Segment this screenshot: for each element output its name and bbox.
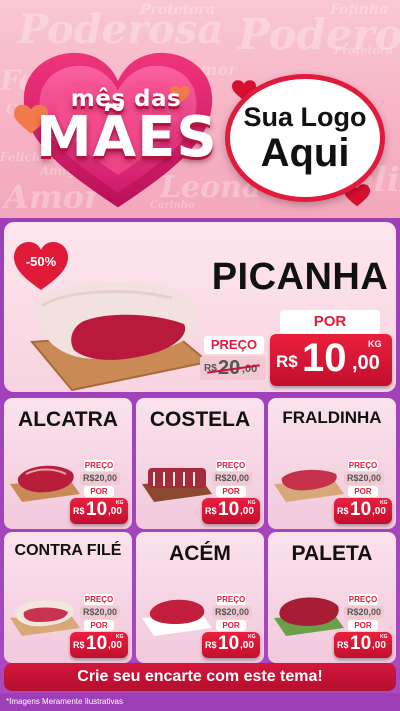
por-label: POR [348,486,378,497]
new-price: R$ 10 ,00 KG [334,632,392,658]
price-alcatra: PREÇO R$20,00 POR R$ 10 ,00 KG [68,460,130,524]
por-label: POR [348,620,378,631]
preco-label: PREÇO [216,594,246,605]
preco-label: PREÇO [348,460,378,471]
old-price: R$20,00 [212,472,252,485]
price-dec: ,00 [108,640,122,651]
product-name: PALETA [291,542,373,565]
background-word: Protetora [334,44,393,57]
por-label: POR [216,486,246,497]
price-int: 10 [350,499,372,520]
price-prefix: R$ [73,506,85,516]
price-dec: ,00 [372,640,386,651]
price-dec: ,00 [372,506,386,517]
new-price: R$ 10 ,00 KG [70,632,128,658]
unit-label: KG [368,339,382,349]
new-price: R$ 10 ,00 KG [70,498,128,524]
maes-title: mês das MÃES [36,86,218,170]
price-int: 10 [86,499,108,520]
old-price: R$20,00 [80,472,120,485]
por-label: POR [84,486,114,497]
unit-label: KG [116,500,124,506]
logo-line-2: Aqui [260,131,350,175]
header-banner: Poderosa Poderosa Protetora Fofinha Feli… [0,0,400,218]
preco-label: PREÇO [84,594,114,605]
preco-label: PREÇO [216,460,246,471]
price-prefix: R$ [73,640,85,650]
logo-line-1: Sua Logo [243,102,367,132]
preco-label: PREÇO [84,460,114,471]
product-name: ALCATRA [18,408,118,431]
price-costela: PREÇO R$20,00 POR R$ 10 ,00 KG [200,460,262,524]
unit-label: KG [380,634,388,640]
unit-label: KG [248,500,256,506]
preco-label: PREÇO [204,336,264,354]
product-name: FRALDINHA [282,408,382,427]
price-int: 10 [350,633,372,654]
old-price: R$20,00 [80,606,120,619]
price-dec: ,00 [108,506,122,517]
new-price: R$ 10 ,00 KG [202,498,260,524]
hero-product-name: PICANHA [211,256,389,298]
unit-label: KG [116,634,124,640]
old-price: R$ 20 ,00 [200,356,266,380]
old-price: R$20,00 [344,472,384,485]
price-int: 10 [86,633,108,654]
price-acem: PREÇO R$20,00 POR R$ 10 ,00 KG [200,594,262,658]
background-word: Fofinha [330,2,389,18]
price-int: 10 [218,499,240,520]
hero-product-card[interactable]: -50% PICANHA PREÇO R$ 20 ,00 POR R$ 10 ,… [4,222,396,392]
discount-badge: -50% [25,254,57,269]
unit-label: KG [380,500,388,506]
product-name: CONTRA FILÉ [14,542,122,559]
price-dec: ,00 [240,640,254,651]
por-label: POR [280,310,380,334]
new-price-int: 10 [302,336,347,380]
background-word: Protetora [140,2,215,18]
old-price: R$20,00 [344,606,384,619]
product-name: ACÉM [169,542,231,565]
new-price-dec: ,00 [352,352,380,374]
unit-label: KG [248,634,256,640]
new-price: R$ 10 ,00 KG [202,632,260,658]
price-prefix: R$ [205,640,217,650]
price-paleta: PREÇO R$20,00 POR R$ 10 ,00 KG [332,594,394,658]
price-prefix: R$ [337,506,349,516]
preco-label: PREÇO [348,594,378,605]
price-int: 10 [218,633,240,654]
old-price: R$20,00 [212,606,252,619]
price-contra-file: PREÇO R$20,00 POR R$ 10 ,00 KG [68,594,130,658]
create-flyer-button[interactable]: Crie seu encarte com este tema! [4,663,396,691]
new-price: R$ 10 ,00 KG [270,334,392,386]
price-prefix: R$ [205,506,217,516]
logo-placeholder[interactable]: Sua Logo Aqui [225,74,385,202]
new-price-prefix: R$ [276,352,298,371]
product-name: COSTELA [149,408,251,431]
price-fraldinha: PREÇO R$20,00 POR R$ 10 ,00 KG [332,460,394,524]
price-prefix: R$ [337,640,349,650]
por-label: POR [84,620,114,631]
por-label: POR [216,620,246,631]
disclaimer-text: *Imagens Meramente Ilustrativas [6,697,123,706]
new-price: R$ 10 ,00 KG [334,498,392,524]
maes-title-main: MÃES [36,105,218,170]
price-dec: ,00 [240,506,254,517]
